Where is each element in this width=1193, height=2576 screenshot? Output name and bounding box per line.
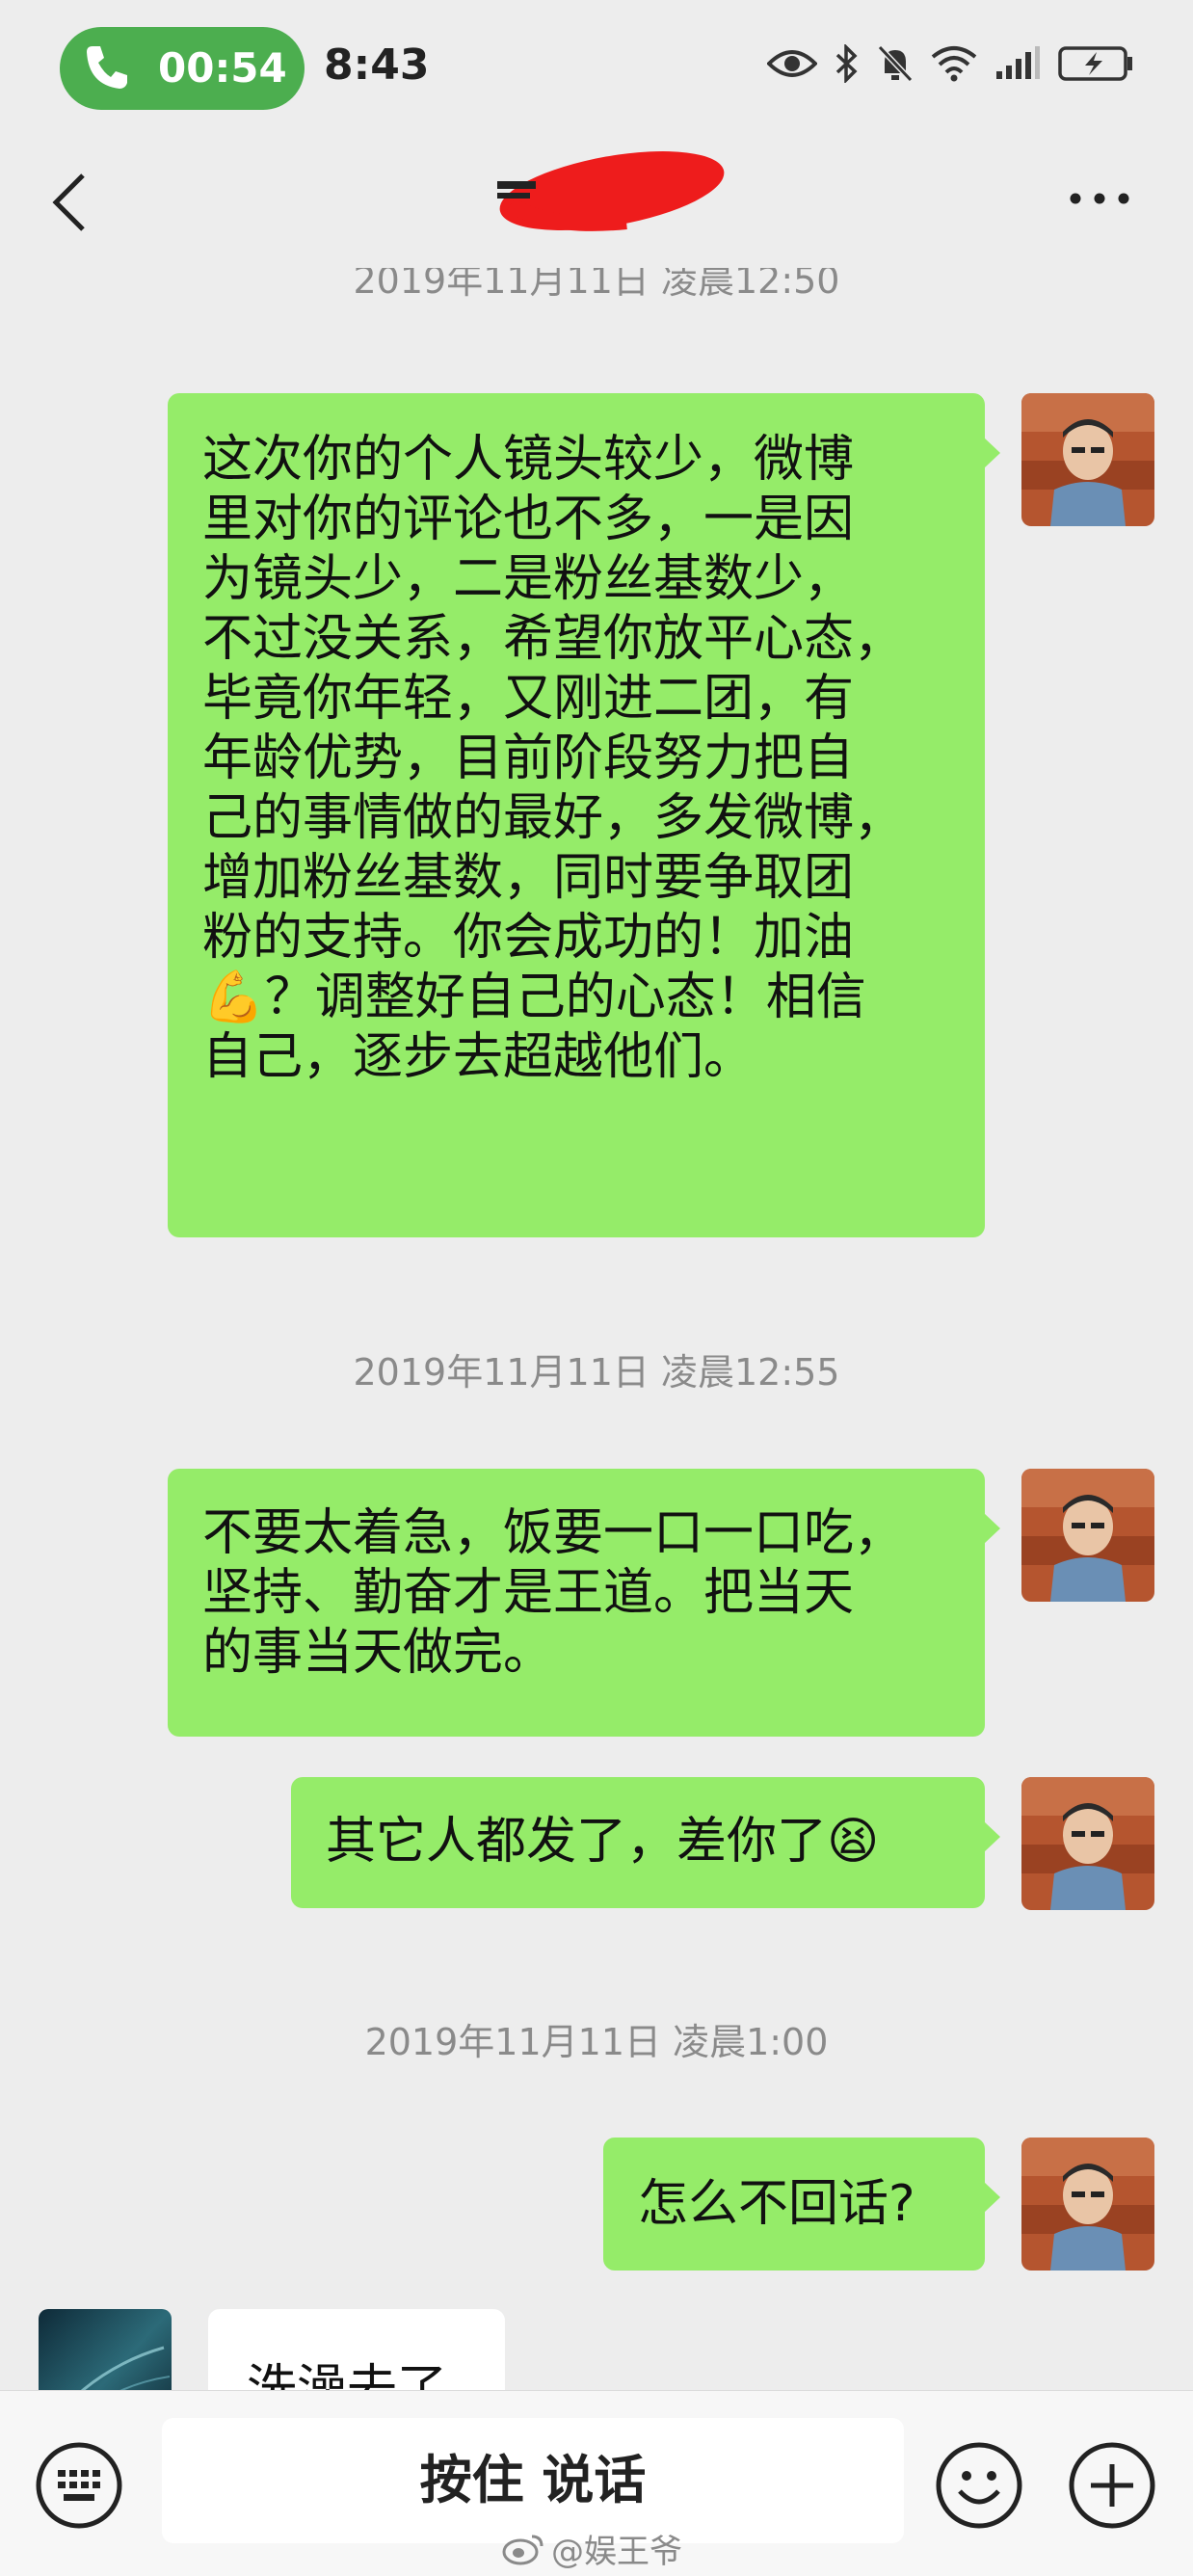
message-line: 年龄优势，目前阶段努力把自: [202, 730, 855, 787]
call-timer: 00:54: [158, 44, 287, 92]
sender-avatar[interactable]: [1021, 2138, 1154, 2271]
message-line: 为镜头少，二是粉丝基数少，: [202, 550, 855, 608]
status-bar: 00:54 8:43: [0, 0, 1193, 135]
message-line: 己的事情做的最好，多发微博，: [202, 789, 905, 847]
message-timestamp: 2019年11月11日 凌晨12:50: [353, 268, 840, 302]
sent-message-bubble[interactable]: 其它人都发了，差你了😫: [291, 1777, 1000, 1908]
watermark: @娱王爷: [501, 2525, 682, 2572]
emoji-icon[interactable]: [935, 2441, 1023, 2530]
mute-bell-icon: [877, 44, 914, 83]
more-dots-icon[interactable]: [1066, 179, 1133, 218]
message-line: 不过没关系，希望你放平心态，: [202, 610, 905, 668]
message-line: 里对你的评论也不多，一是因: [202, 491, 855, 548]
message-line: 自己，逐步去超越他们。: [202, 1028, 755, 1086]
message-line: 坚持、勤奋才是王道。把当天: [202, 1564, 855, 1622]
message-timestamp: 2019年11月11日 凌晨1:00: [364, 2021, 829, 2063]
sender-avatar[interactable]: [1021, 1777, 1154, 1910]
weibo-logo-icon: [502, 2535, 543, 2564]
sender-avatar[interactable]: [1021, 1469, 1154, 1602]
sender-avatar[interactable]: [1021, 393, 1154, 526]
message-line: 怎么不回话?: [638, 2175, 915, 2233]
message-timestamp: 2019年11月11日 凌晨12:55: [353, 1351, 840, 1394]
message-line: 增加粉丝基数，同时要争取团: [202, 849, 855, 907]
message-line: 毕竟你年轻，又刚进二团，有: [202, 670, 855, 728]
message-line: 💪？调整好自己的心态！相信: [202, 969, 866, 1026]
phone-icon: [87, 46, 127, 89]
bluetooth-icon: [835, 44, 858, 83]
message-line: 这次你的个人镜头较少，微博: [202, 431, 855, 489]
status-icons: [767, 44, 1135, 83]
battery-charging-icon: [1058, 46, 1132, 81]
eye-icon: [767, 50, 817, 77]
status-clock: 8:43: [324, 40, 430, 90]
chat-header: [0, 135, 1193, 270]
ongoing-call-pill[interactable]: 00:54: [60, 27, 305, 110]
message-line: 不要太着急，饭要一口一口吃，: [202, 1504, 905, 1562]
signal-icon: [996, 46, 1040, 79]
message-line: 其它人都发了，差你了😫: [326, 1813, 880, 1871]
watermark-text: @娱王爷: [551, 2533, 682, 2571]
message-line: 粉的支持。你会成功的！加油: [202, 909, 855, 967]
message-line: 的事当天做完。: [202, 1624, 554, 1682]
wifi-icon: [931, 46, 977, 82]
redacted-contact-name: [497, 151, 725, 231]
sent-message-bubble[interactable]: 这次你的个人镜头较少，微博 里对你的评论也不多，一是因 为镜头少，二是粉丝基数少…: [168, 393, 1000, 1237]
sent-message-bubble[interactable]: 怎么不回话?: [603, 2138, 1000, 2271]
sent-message-bubble[interactable]: 不要太着急，饭要一口一口吃， 坚持、勤奋才是王道。把当天 的事当天做完。: [168, 1469, 1000, 1737]
keyboard-icon[interactable]: [35, 2441, 123, 2530]
chevron-left-icon[interactable]: [50, 172, 89, 233]
plus-icon[interactable]: [1068, 2441, 1156, 2530]
